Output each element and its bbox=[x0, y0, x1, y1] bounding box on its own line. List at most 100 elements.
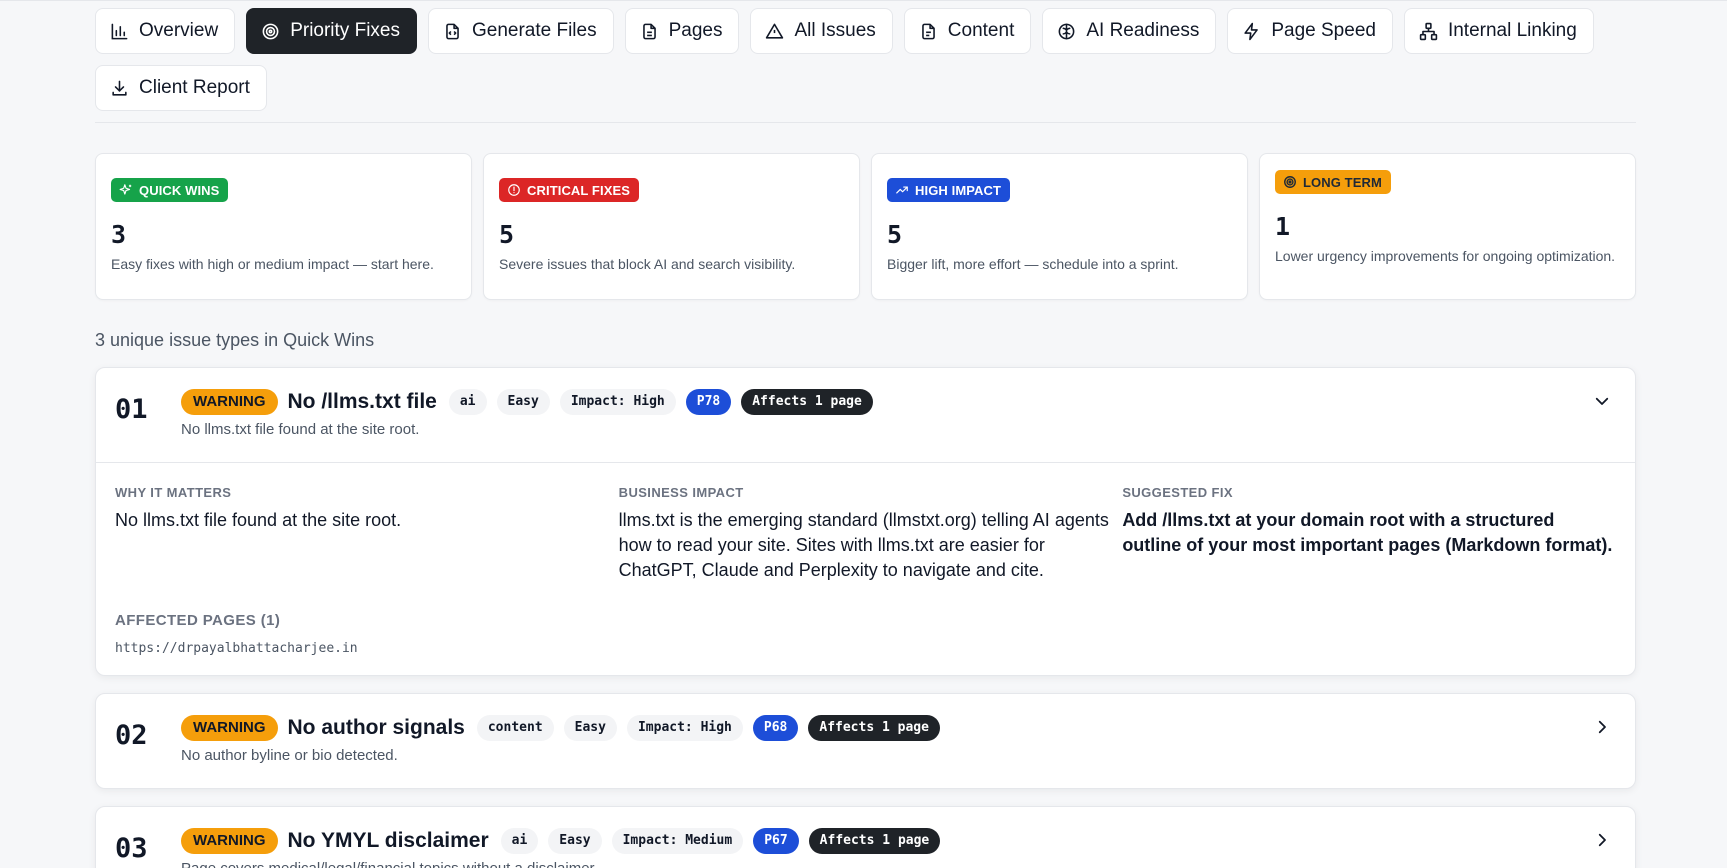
card-high-impact[interactable]: HIGH IMPACT 5 Bigger lift, more effort —… bbox=[871, 153, 1248, 300]
badge-label: LONG TERM bbox=[1303, 174, 1382, 190]
critical-fixes-badge: CRITICAL FIXES bbox=[499, 178, 640, 202]
tab-internal-linking[interactable]: Internal Linking bbox=[1403, 8, 1594, 54]
issue-header[interactable]: 02 WARNING No author signals content Eas… bbox=[96, 694, 1635, 788]
priority-score-badge: P68 bbox=[752, 715, 799, 741]
chevron-right-icon[interactable] bbox=[1593, 718, 1611, 736]
card-count: 5 bbox=[499, 220, 515, 249]
issue-card: 01 WARNING No /llms.txt file ai Easy Imp… bbox=[95, 367, 1636, 676]
impact-tag: Impact: High bbox=[559, 389, 676, 415]
priority-fixes-page: Overview Priority Fixes Generate Files P… bbox=[95, 8, 1636, 868]
tab-label: Generate Files bbox=[471, 20, 597, 41]
warning-icon bbox=[766, 23, 784, 39]
priority-score-badge: P67 bbox=[753, 828, 799, 854]
badge-label: HIGH IMPACT bbox=[915, 182, 1002, 198]
file-code-icon bbox=[446, 23, 459, 39]
issue-card: 03 WARNING No YMYL disclaimer ai Easy Im… bbox=[95, 806, 1636, 868]
tab-ai-readiness[interactable]: AI Readiness bbox=[1042, 8, 1217, 54]
priority-summary-cards: QUICK WINS 3 Easy fixes with high or med… bbox=[95, 153, 1636, 300]
card-description: Easy fixes with high or medium impact — … bbox=[111, 256, 434, 272]
tab-content[interactable]: Content bbox=[903, 8, 1032, 54]
issue-detail-columns: WHY IT MATTERS No llms.txt file found at… bbox=[115, 485, 1616, 583]
bar-chart-icon bbox=[111, 23, 128, 39]
section-label: BUSINESS IMPACT bbox=[618, 485, 744, 500]
issue-subtitle: No author byline or bio detected. bbox=[181, 747, 398, 764]
section-label: SUGGESTED FIX bbox=[1122, 485, 1233, 500]
badge-label: QUICK WINS bbox=[139, 182, 220, 198]
impact-tag: Impact: Medium bbox=[611, 828, 744, 854]
affects-badge: Affects 1 page bbox=[741, 389, 873, 415]
tab-label: AI Readiness bbox=[1086, 20, 1200, 41]
tab-bar: Overview Priority Fixes Generate Files P… bbox=[95, 8, 1636, 111]
business-impact-text: llms.txt is the emerging standard (llmst… bbox=[618, 510, 1109, 580]
issue-header[interactable]: 03 WARNING No YMYL disclaimer ai Easy Im… bbox=[96, 807, 1635, 868]
effort-tag: Easy bbox=[548, 828, 602, 854]
why-it-matters-section: WHY IT MATTERS No llms.txt file found at… bbox=[115, 485, 619, 583]
card-description: Lower urgency improvements for ongoing o… bbox=[1275, 248, 1616, 264]
affected-page-url[interactable]: https://drpayalbhattacharjee.in bbox=[115, 641, 1616, 656]
issue-number: 03 bbox=[115, 833, 148, 864]
effort-tag: Easy bbox=[563, 715, 617, 741]
suggested-fix-text: Add /llms.txt at your domain root with a… bbox=[1122, 510, 1613, 555]
card-quick-wins[interactable]: QUICK WINS 3 Easy fixes with high or med… bbox=[95, 153, 472, 300]
tab-label: All Issues bbox=[794, 20, 876, 41]
tab-overview[interactable]: Overview bbox=[95, 8, 236, 54]
issue-details: WHY IT MATTERS No llms.txt file found at… bbox=[96, 462, 1635, 675]
tab-divider bbox=[95, 122, 1636, 123]
severity-badge: WARNING bbox=[181, 828, 278, 854]
tab-label: Priority Fixes bbox=[290, 20, 400, 41]
brain-icon bbox=[1058, 23, 1075, 39]
issue-number: 02 bbox=[115, 720, 148, 751]
alert-circle-icon bbox=[508, 184, 520, 196]
tab-generate-files[interactable]: Generate Files bbox=[427, 8, 614, 54]
card-count: 3 bbox=[111, 220, 127, 249]
top-border bbox=[0, 0, 1727, 1]
lightning-icon bbox=[1244, 22, 1259, 40]
quick-wins-badge: QUICK WINS bbox=[111, 178, 229, 202]
why-it-matters-text: No llms.txt file found at the site root. bbox=[115, 510, 402, 530]
long-term-badge: LONG TERM bbox=[1275, 170, 1391, 194]
affected-pages-label: AFFECTED PAGES (1) bbox=[115, 612, 281, 629]
tab-page-speed[interactable]: Page Speed bbox=[1227, 8, 1393, 54]
section-label: WHY IT MATTERS bbox=[115, 485, 232, 500]
tab-label: Pages bbox=[668, 20, 723, 41]
card-critical-fixes[interactable]: CRITICAL FIXES 5 Severe issues that bloc… bbox=[483, 153, 860, 300]
severity-badge: WARNING bbox=[181, 715, 278, 741]
tab-label: Content bbox=[947, 20, 1015, 41]
chevron-right-icon[interactable] bbox=[1593, 831, 1611, 849]
card-description: Severe issues that block AI and search v… bbox=[499, 256, 796, 272]
issue-number: 01 bbox=[115, 394, 148, 425]
tab-client-report[interactable]: Client Report bbox=[95, 65, 267, 111]
sparkles-icon bbox=[119, 184, 132, 195]
issue-card: 02 WARNING No author signals content Eas… bbox=[95, 693, 1636, 789]
card-long-term[interactable]: LONG TERM 1 Lower urgency improvements f… bbox=[1259, 153, 1636, 300]
tab-all-issues[interactable]: All Issues bbox=[750, 8, 893, 54]
issue-header[interactable]: 01 WARNING No /llms.txt file ai Easy Imp… bbox=[96, 368, 1635, 462]
file-text-icon bbox=[642, 23, 656, 39]
card-count: 1 bbox=[1275, 212, 1291, 241]
business-impact-section: BUSINESS IMPACT llms.txt is the emerging… bbox=[619, 485, 1123, 583]
issue-title-row: WARNING No YMYL disclaimer ai Easy Impac… bbox=[181, 828, 1635, 854]
issue-title-row: WARNING No author signals content Easy I… bbox=[181, 715, 1635, 741]
effort-tag: Easy bbox=[496, 389, 550, 415]
tab-label: Page Speed bbox=[1271, 20, 1376, 41]
target-icon bbox=[1284, 176, 1296, 188]
chevron-down-icon[interactable] bbox=[1593, 392, 1611, 410]
target-icon bbox=[262, 23, 279, 39]
tab-label: Client Report bbox=[139, 77, 250, 98]
issue-title-row: WARNING No /llms.txt file ai Easy Impact… bbox=[181, 389, 1635, 415]
affects-badge: Affects 1 page bbox=[808, 828, 941, 854]
category-tag: ai bbox=[500, 828, 539, 854]
download-icon bbox=[112, 80, 127, 96]
suggested-fix-section: SUGGESTED FIX Add /llms.txt at your doma… bbox=[1122, 485, 1616, 583]
tab-pages[interactable]: Pages bbox=[624, 8, 740, 54]
category-tag: content bbox=[476, 715, 554, 741]
network-icon bbox=[1419, 22, 1438, 40]
affects-badge: Affects 1 page bbox=[808, 715, 940, 741]
issue-type-summary: 3 unique issue types in Quick Wins bbox=[95, 330, 375, 350]
category-tag: ai bbox=[448, 389, 487, 415]
tab-label: Overview bbox=[139, 20, 219, 41]
tab-priority-fixes[interactable]: Priority Fixes bbox=[246, 8, 417, 54]
high-impact-badge: HIGH IMPACT bbox=[887, 178, 1011, 202]
issue-title: No YMYL disclaimer bbox=[287, 829, 489, 852]
badge-label: CRITICAL FIXES bbox=[527, 182, 631, 198]
